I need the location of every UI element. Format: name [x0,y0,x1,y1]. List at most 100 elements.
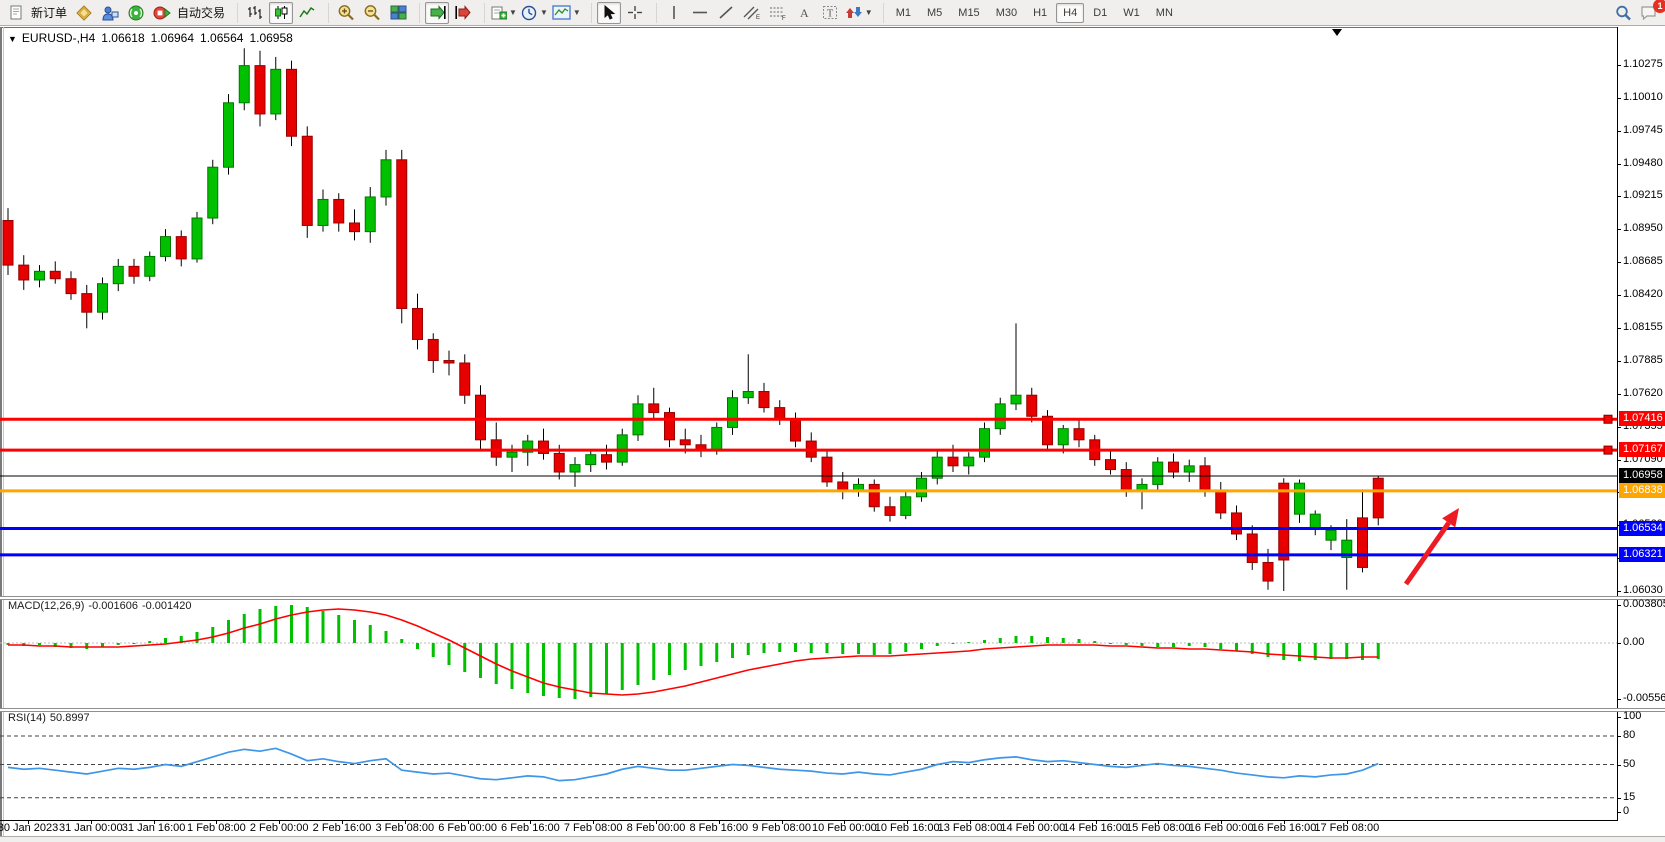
templates-button[interactable]: ▼ [551,2,582,24]
time-label[interactable]: 16 Feb 16:00 [1252,822,1317,834]
timeframe-h1-button[interactable]: H1 [1026,3,1054,23]
zoom-out-button[interactable] [360,2,384,24]
time-label[interactable]: 6 Feb 00:00 [438,822,497,834]
timeframe-d1-button[interactable]: D1 [1086,3,1114,23]
price-badge[interactable]: 1.06958 [1619,468,1665,483]
zoom-in-button[interactable] [334,2,358,24]
search-button[interactable] [1611,2,1635,24]
terminal-button[interactable] [98,2,122,24]
macd-bar [999,638,1002,643]
price-badge[interactable]: 1.06838 [1619,483,1665,498]
auto-scroll-icon [429,5,446,20]
price-tick-label: 1.10275 [1623,58,1663,70]
time-label[interactable]: 15 Feb 08:00 [1126,822,1191,834]
candlestick-chart-button[interactable] [269,2,293,24]
svg-text:E: E [756,15,760,20]
bull-candle [271,69,281,114]
time-label[interactable]: 16 Feb 00:00 [1189,822,1254,834]
vertical-line-tool-button[interactable] [662,2,686,24]
pane-separator[interactable] [0,708,1665,712]
time-label[interactable]: 14 Feb 16:00 [1063,822,1128,834]
time-label[interactable]: 14 Feb 00:00 [1000,822,1065,834]
periods-button[interactable]: ▼ [520,2,549,24]
timeframe-m5-button[interactable]: M5 [920,3,949,23]
macd-bar [290,605,293,643]
macd-pane[interactable] [0,600,1617,708]
bear-candle [1216,491,1226,513]
time-label[interactable]: 1 Feb 08:00 [187,822,246,834]
time-label[interactable]: 7 Feb 08:00 [564,822,623,834]
time-label[interactable]: 6 Feb 16:00 [501,822,560,834]
timeframe-m15-button[interactable]: M15 [951,3,986,23]
timeframe-w1-button[interactable]: W1 [1116,3,1147,23]
equidistant-channel-tool-button[interactable]: E [740,2,764,24]
rsi-indicator-label: RSI(14)50.8997 [8,712,94,724]
arrows-tool-button[interactable]: ▼ [844,2,874,24]
trader-icon [101,5,119,21]
trendline-tool-button[interactable] [714,2,738,24]
time-label[interactable]: 8 Feb 00:00 [627,822,686,834]
toolbar-separator [877,3,884,23]
new-order-label[interactable]: 新订单 [31,4,67,21]
macd-bar [1062,638,1065,643]
new-order-button[interactable] [4,2,28,24]
bull-candle [901,497,911,516]
timeframe-m30-button[interactable]: M30 [989,3,1024,23]
scroll-to-end-marker[interactable] [1332,29,1342,36]
price-badge[interactable]: 1.07416 [1619,411,1665,426]
macd-bar [1345,643,1348,659]
macd-bar [715,643,718,662]
price-badge[interactable]: 1.07167 [1619,442,1665,457]
new-order-icon [9,5,24,20]
macd-bar [826,643,829,653]
candlestick-chart-icon [273,5,289,20]
bear-candle [287,69,297,136]
price-pane[interactable] [0,27,1617,597]
timeframe-m1-button[interactable]: M1 [889,3,918,23]
price-badge[interactable]: 1.06321 [1619,547,1665,562]
time-label[interactable]: 8 Feb 16:00 [689,822,748,834]
time-label[interactable]: 31 Jan 00:00 [59,822,123,834]
line-handle [1604,415,1612,423]
text-label-tool-button[interactable]: T [818,2,842,24]
signals-button[interactable] [124,2,148,24]
chart-shift-button[interactable] [451,2,475,24]
chevron-down-icon[interactable]: ▼ [8,34,17,44]
tile-windows-button[interactable] [386,2,410,24]
bear-candle [476,395,486,440]
new-chart-button[interactable]: ▼ [490,2,518,24]
time-label[interactable]: 10 Feb 00:00 [812,822,877,834]
notifications-button[interactable]: 1 [1637,2,1661,24]
vertical-line-icon [668,5,680,20]
rsi-value: 50.8997 [50,712,90,724]
price-tick [1617,131,1621,132]
time-label[interactable]: 2 Feb 16:00 [313,822,372,834]
fibonacci-tool-button[interactable]: F [766,2,790,24]
cursor-tool-button[interactable] [597,2,621,24]
time-label[interactable]: 10 Feb 16:00 [875,822,940,834]
time-label[interactable]: 9 Feb 08:00 [752,822,811,834]
time-label[interactable]: 31 Jan 16:00 [122,822,186,834]
time-label[interactable]: 3 Feb 08:00 [375,822,434,834]
time-label[interactable]: 13 Feb 08:00 [938,822,1003,834]
text-tool-button[interactable]: A [792,2,816,24]
horizontal-line-tool-button[interactable] [688,2,712,24]
timeframe-mn-button[interactable]: MN [1149,3,1180,23]
time-label[interactable]: 2 Feb 00:00 [250,822,309,834]
time-label[interactable]: 30 Jan 2023 [0,822,58,834]
price-tick [1617,65,1621,66]
time-label[interactable]: 17 Feb 08:00 [1314,822,1379,834]
price-badge[interactable]: 1.06534 [1619,521,1665,536]
auto-scroll-button[interactable] [425,2,449,24]
autotrading-button[interactable] [150,2,174,24]
crosshair-tool-button[interactable] [623,2,647,24]
market-watch-button[interactable] [72,2,96,24]
autotrading-label[interactable]: 自动交易 [177,4,225,21]
bar-chart-button[interactable] [243,2,267,24]
timeframe-h4-button[interactable]: H4 [1056,3,1084,23]
bull-candle [239,66,249,103]
rsi-pane[interactable] [0,712,1617,820]
line-chart-button[interactable] [295,2,319,24]
pane-separator[interactable] [0,596,1665,600]
price-tick [1617,164,1621,165]
